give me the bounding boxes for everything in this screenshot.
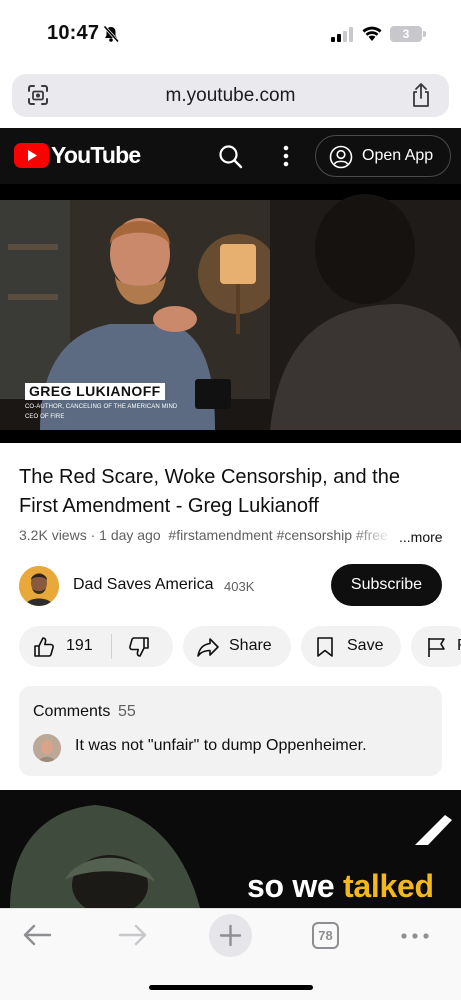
- battery-icon: 3: [390, 26, 422, 42]
- url-text[interactable]: m.youtube.com: [12, 85, 449, 107]
- commenter-avatar: [33, 734, 61, 762]
- tabs-icon[interactable]: 78: [312, 922, 339, 949]
- share-icon[interactable]: [410, 82, 432, 108]
- more-icon[interactable]: [401, 933, 429, 939]
- thumbs-up-icon[interactable]: [33, 636, 55, 658]
- wifi-icon: [362, 26, 382, 41]
- channel-avatar-image: [19, 566, 59, 606]
- comments-count: 55: [118, 703, 136, 720]
- status-time: 10:47: [47, 22, 100, 44]
- status-bar: 10:47 3: [0, 0, 461, 68]
- share-label: Share: [229, 637, 272, 654]
- meta-fade: [350, 527, 400, 547]
- new-tab-button[interactable]: [209, 914, 252, 957]
- channel-avatar[interactable]: [19, 566, 59, 606]
- more-link[interactable]: ...more: [399, 529, 443, 545]
- lower-third-role-2: CEO OF FIRE: [25, 414, 65, 420]
- next-video-caption: so we talked: [247, 868, 434, 905]
- subscriber-count: 403K: [224, 579, 255, 594]
- address-bar[interactable]: m.youtube.com: [12, 74, 449, 117]
- caption-highlight: talked: [343, 868, 434, 904]
- bookmark-icon: [317, 637, 333, 657]
- forward-arrow-icon[interactable]: [118, 923, 148, 947]
- caption-white: so we: [247, 868, 344, 904]
- report-button[interactable]: R: [411, 626, 461, 667]
- subscribe-button[interactable]: Subscribe: [331, 564, 442, 606]
- open-app-button[interactable]: Open App: [315, 135, 451, 177]
- back-arrow-icon[interactable]: [22, 923, 52, 947]
- open-app-label: Open App: [362, 147, 434, 164]
- pill-divider: [111, 634, 112, 659]
- flag-icon: [428, 638, 445, 657]
- report-label: R: [457, 637, 461, 655]
- comments-panel[interactable]: Comments 55 It was not "unfair" to dump …: [19, 686, 442, 776]
- commenter-avatar-image: [33, 734, 61, 762]
- thumbs-down-icon[interactable]: [128, 636, 150, 658]
- save-button[interactable]: Save: [301, 626, 401, 667]
- search-icon[interactable]: [218, 144, 243, 169]
- save-label: Save: [347, 637, 384, 654]
- channel-name[interactable]: Dad Saves America: [73, 576, 214, 594]
- like-count[interactable]: 191: [66, 637, 93, 655]
- youtube-header: YouTube Open App: [0, 128, 461, 184]
- cellular-signal-icon: [331, 27, 353, 42]
- battery-tip: [423, 31, 426, 37]
- lower-third-role: CO-AUTHOR, CANCELING OF THE AMERICAN MIN…: [25, 404, 178, 410]
- battery-level: 3: [402, 27, 410, 41]
- comments-heading: Comments: [33, 703, 111, 720]
- bell-off-icon: [103, 25, 120, 43]
- share-arrow-icon: [197, 638, 219, 657]
- view-count: 3.2K views · 1 day ago: [19, 527, 161, 543]
- video-title[interactable]: The Red Scare, Woke Censorship, and the …: [19, 463, 444, 521]
- video-meta[interactable]: 3.2K views · 1 day ago #firstamendment #…: [19, 527, 399, 547]
- kebab-menu-icon[interactable]: [283, 145, 289, 167]
- lower-third: GREG LUKIANOFF CO-AUTHOR, CANCELING OF T…: [25, 383, 177, 421]
- person-icon: [329, 145, 353, 169]
- like-dislike-pill: 191: [19, 626, 173, 667]
- top-comment: It was not "unfair" to dump Oppenheimer.: [75, 737, 367, 754]
- home-indicator[interactable]: [149, 985, 313, 990]
- youtube-wordmark[interactable]: YouTube: [51, 142, 141, 169]
- share-button[interactable]: Share: [183, 626, 291, 667]
- lower-third-name: GREG LUKIANOFF: [25, 383, 165, 400]
- plus-icon: [219, 924, 242, 947]
- youtube-play-icon[interactable]: [14, 143, 49, 168]
